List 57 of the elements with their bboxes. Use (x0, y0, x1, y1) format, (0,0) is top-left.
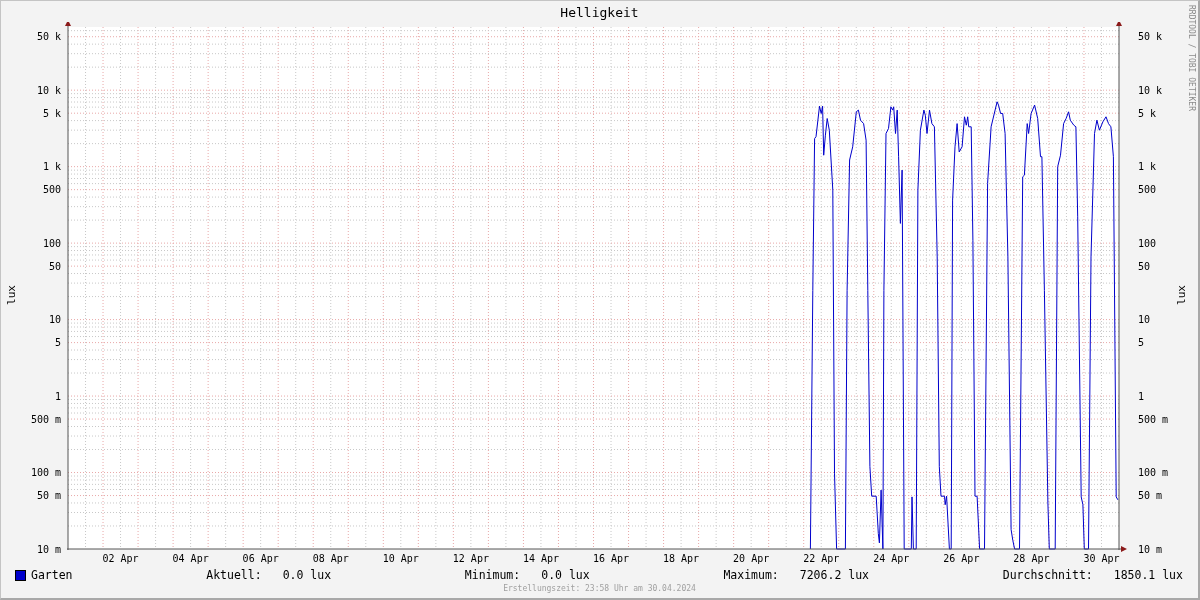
y-tick-label: 500 (1138, 184, 1157, 196)
x-tick-label: 24 Apr (873, 553, 910, 564)
y-tick-label: 10 m (1138, 543, 1163, 555)
y-tick-label: 50 k (36, 31, 61, 43)
y-tick-label: 50 (48, 260, 61, 272)
stat-label: Durchschnitt: (1002, 568, 1093, 582)
y-axis-label: lux (1174, 285, 1188, 305)
stat-value: 0.0 lux (541, 568, 590, 582)
y-tick-label: 10 (1138, 314, 1151, 326)
stat-label: Maximum: (723, 568, 779, 582)
y-tick-label: 50 k (1138, 31, 1163, 43)
y-tick-label: 500 m (30, 413, 61, 425)
x-tick-label: 30 Apr (1083, 553, 1120, 564)
y-tick-label: 5 (54, 337, 61, 349)
stat-value: 0.0 lux (282, 568, 332, 582)
y-tick-label: 100 (42, 237, 61, 249)
y-tick-label: 5 (1138, 337, 1145, 349)
stat-value: 1850.1 lux (1113, 568, 1183, 582)
y-tick-label: 5 k (1138, 107, 1157, 119)
x-tick-label: 22 Apr (803, 553, 840, 564)
x-tick-label: 04 Apr (172, 553, 209, 564)
chart-title: Helligkeit (560, 5, 639, 21)
x-tick-label: 10 Apr (382, 553, 419, 564)
y-tick-label: 10 k (36, 84, 61, 96)
x-tick-label: 16 Apr (592, 553, 630, 564)
y-tick-label: 1 k (42, 161, 61, 173)
y-tick-label: 5 k (42, 107, 61, 119)
branding-text: RRDTOOL / TOBI OETIKER (1187, 5, 1196, 111)
stat-label: Minimum: (464, 568, 521, 582)
y-axis-label: lux (4, 285, 18, 305)
y-tick-label: 100 m (30, 467, 61, 479)
y-tick-label: 100 m (1138, 467, 1169, 479)
stat-value: 7206.2 lux (799, 568, 869, 582)
x-tick-label: 20 Apr (733, 553, 770, 564)
y-tick-label: 10 m (36, 543, 61, 555)
footer-text: Erstellungszeit: 23:58 Uhr am 30.04.2024 (503, 584, 696, 594)
x-tick-label: 18 Apr (663, 553, 700, 564)
y-tick-label: 50 m (36, 490, 61, 502)
stat-label: Aktuell: (206, 568, 262, 582)
y-tick-label: 100 (1138, 237, 1157, 249)
x-tick-label: 26 Apr (943, 553, 980, 564)
legend-label: Garten (31, 568, 73, 582)
y-tick-label: 500 (42, 184, 61, 196)
y-tick-label: 500 m (1138, 413, 1169, 425)
x-tick-label: 14 Apr (522, 553, 559, 564)
x-tick-label: 06 Apr (242, 553, 279, 564)
y-tick-label: 50 (1138, 260, 1151, 272)
x-tick-label: 28 Apr (1013, 553, 1050, 564)
y-tick-label: 50 m (1138, 490, 1163, 502)
y-tick-label: 10 (48, 314, 61, 326)
y-tick-label: 1 (1138, 390, 1145, 402)
y-tick-label: 10 k (1138, 84, 1163, 96)
x-tick-label: 02 Apr (102, 553, 139, 564)
x-tick-label: 12 Apr (452, 553, 489, 564)
x-tick-label: 08 Apr (312, 553, 349, 564)
y-tick-label: 1 (54, 390, 61, 402)
y-tick-label: 1 k (1138, 161, 1157, 173)
